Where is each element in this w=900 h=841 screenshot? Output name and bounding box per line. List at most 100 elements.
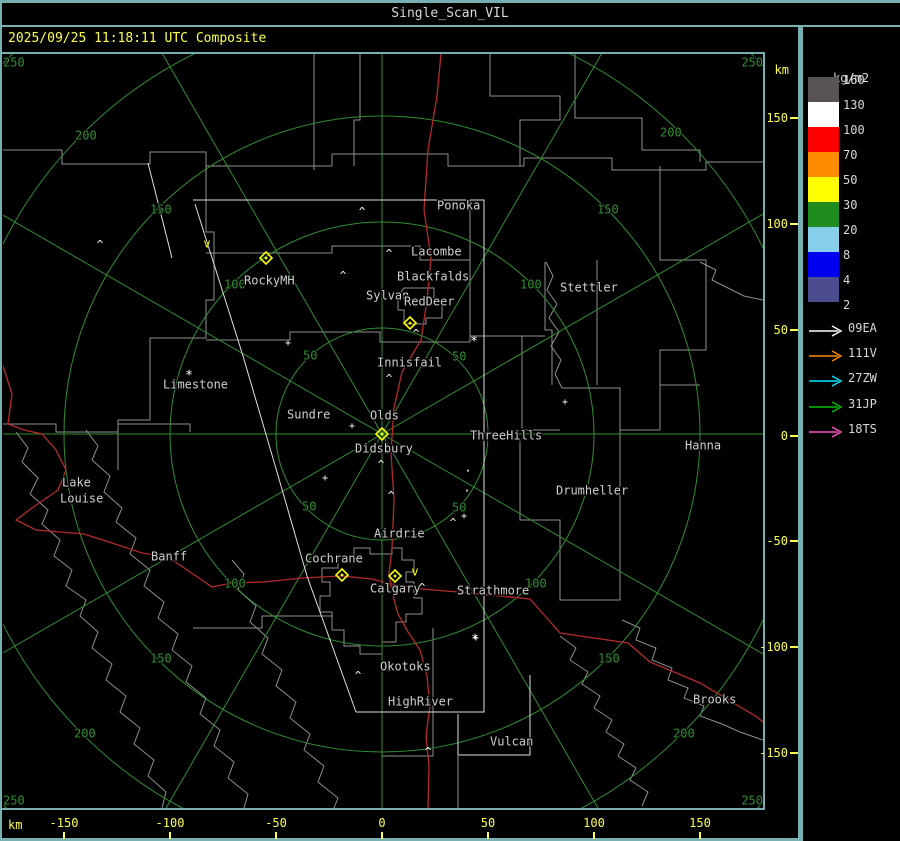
town-plus-marker: + [562, 397, 568, 408]
city-label: Limestone [163, 378, 228, 392]
county-boundary [381, 628, 434, 757]
track-arrow-09EA [808, 322, 844, 337]
bottom-axis-unit: km [8, 818, 23, 832]
bottom-tick-mark [593, 832, 595, 839]
scale-swatch-30 [808, 202, 839, 227]
scale-value: 100 [843, 123, 865, 137]
town-caret-marker: ^ [425, 745, 432, 758]
ring-distance-label: 50 [452, 350, 466, 364]
city-label: Airdrie [374, 527, 425, 541]
town-dot-marker: . [464, 461, 471, 475]
city-label: Brooks [693, 693, 736, 707]
scale-value: 30 [843, 198, 858, 212]
city-label: Drumheller [556, 484, 628, 498]
scale-value: 4 [843, 273, 851, 287]
ring-distance-label: 250 [3, 794, 25, 808]
scan-timestamp: 2025/09/25 11:18:11 UTC Composite [8, 31, 267, 46]
radar-map-canvas[interactable]: 50 5050 50100 100100 100150 150150 150200 20020… [0, 0, 900, 841]
right-tick-label: 0 [780, 429, 788, 443]
county-boundary [659, 166, 707, 385]
city-label: RockyMH [244, 274, 295, 288]
radial-line [0, 433, 383, 656]
radar-site-dot [264, 256, 268, 260]
town-star-marker: * [471, 633, 479, 648]
town-plus-marker: + [285, 338, 291, 349]
city-label: Cochrane [305, 552, 363, 566]
town-caret-marker: ^ [97, 238, 104, 251]
scale-swatch-8 [808, 252, 839, 277]
town-dot-marker: . [463, 481, 470, 495]
track-arrow-31JP [808, 398, 844, 413]
bottom-tick-mark [381, 832, 383, 839]
county-boundary [3, 423, 191, 433]
bottom-distance-axis: km -150 -100 -50 0 50 100 150 [0, 810, 900, 839]
town-caret-marker: ^ [388, 489, 395, 502]
right-tick-mark [790, 540, 798, 542]
track-id: 111V [848, 346, 877, 361]
right-distance-axis: km 150 100 50 0 -50 -100 -150 [759, 27, 798, 811]
town-caret-marker: ^ [359, 205, 366, 218]
town-caret-marker: ^ [386, 247, 393, 260]
scale-value: 130 [843, 98, 865, 112]
bottom-tick-label: 100 [583, 816, 605, 830]
track-arrow-27ZW [808, 372, 844, 388]
county-boundary [489, 54, 561, 166]
ring-distance-label: 100 [520, 278, 542, 292]
scale-swatch-70 [808, 152, 839, 177]
bottom-tick-label: 50 [480, 816, 496, 830]
city-label: RedDeer [404, 295, 455, 309]
scale-swatch-100 [808, 127, 839, 152]
ring-distance-label: 250 [3, 56, 25, 70]
town-caret-marker: ^ [419, 581, 426, 594]
radar-app-window: Single_Scan_VIL 2025/09/25 11:18:11 UTC … [0, 0, 900, 841]
track-arrow-18TS [808, 423, 844, 438]
city-label: Hanna [685, 439, 721, 453]
ring-distance-label: 200 [660, 126, 682, 140]
track-id: 31JP [848, 396, 877, 411]
radar-site-dot [380, 432, 384, 436]
scale-value: 2 [843, 298, 851, 312]
radar-site-dot [393, 574, 397, 578]
county-boundary [519, 430, 621, 601]
city-label: Vulcan [490, 735, 533, 749]
scale-value: 70 [843, 148, 858, 162]
range-ring [0, 0, 900, 841]
scale-swatch-160 [808, 77, 839, 102]
ring-distance-label: 150 [150, 203, 172, 217]
city-label: Okotoks [380, 660, 431, 674]
scale-value: 50 [843, 173, 858, 187]
bottom-tick-label: -50 [265, 816, 287, 830]
town-plus-marker: + [322, 473, 328, 484]
radial-line [146, 433, 383, 841]
city-label: Blackfalds [397, 270, 469, 284]
scale-swatch-130 [808, 102, 839, 127]
right-tick-label: -150 [759, 746, 788, 760]
town-caret-marker: ^ [386, 372, 393, 385]
radar-site-dot [408, 321, 412, 325]
city-label: Lake [62, 476, 91, 490]
bottom-tick-mark [699, 832, 701, 839]
county-boundary [15, 431, 167, 809]
wind-vee-marker: v [411, 565, 418, 579]
right-tick-label: -100 [759, 640, 788, 654]
radar-map[interactable]: 50 50 50 50 100 100 100 100 150 150 150 150 200 200 20… [0, 0, 900, 841]
county-boundary [206, 331, 545, 343]
city-label: Banff [151, 550, 187, 564]
city-label: Sylvan [366, 289, 409, 303]
right-tick-label: 50 [773, 323, 788, 337]
bottom-tick-mark [275, 832, 277, 839]
county-boundary [193, 615, 333, 629]
county-boundary [574, 54, 701, 162]
ring-distance-label: 250 [741, 794, 763, 808]
county-boundary [353, 54, 361, 166]
right-tick-mark [790, 223, 798, 225]
town-caret-marker: ^ [355, 669, 362, 682]
ring-distance-label: 200 [673, 727, 695, 741]
ring-distance-label: 50 [302, 500, 316, 514]
scale-swatch-4 [808, 277, 839, 302]
scale-swatch-50 [808, 177, 839, 202]
bottom-tick-mark [169, 832, 171, 839]
scale-swatch-20 [808, 227, 839, 252]
ring-distance-label: 50 [303, 349, 317, 363]
ring-distance-label: 250 [741, 56, 763, 70]
